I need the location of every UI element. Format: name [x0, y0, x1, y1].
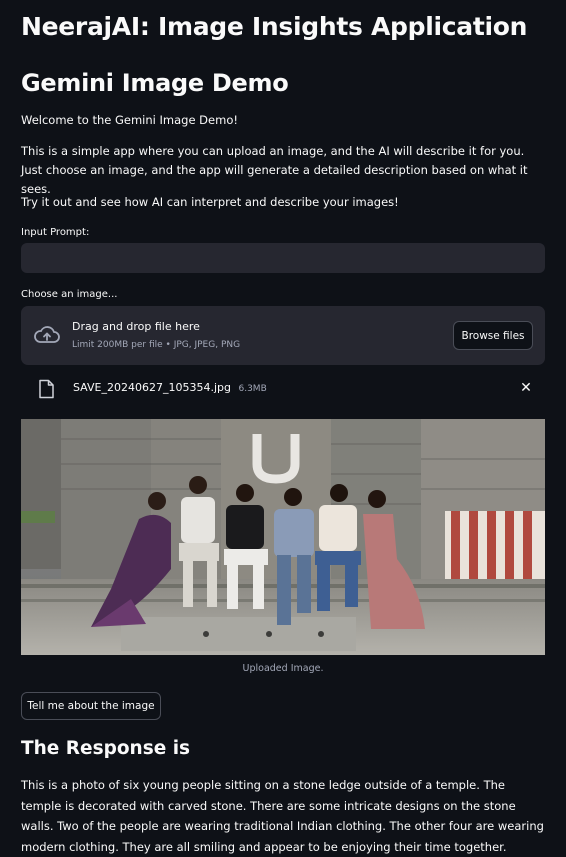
prompt-input[interactable]	[21, 243, 545, 273]
dropzone-title: Drag and drop file here	[72, 320, 200, 333]
page-title: Gemini Image Demo	[21, 69, 289, 97]
file-icon	[39, 379, 54, 399]
tell-me-button[interactable]: Tell me about the image	[21, 692, 161, 720]
cta-text: Try it out and see how AI can interpret …	[21, 195, 399, 209]
app-page: NeerajAI: Image Insights Application Gem…	[0, 0, 566, 856]
welcome-text: Welcome to the Gemini Image Demo!	[21, 113, 238, 127]
uploader-label: Choose an image...	[21, 289, 118, 300]
response-text: This is a photo of six young people sitt…	[21, 778, 544, 854]
image-caption: Uploaded Image.	[242, 663, 324, 674]
prompt-label: Input Prompt:	[21, 227, 90, 238]
app-title: NeerajAI: Image Insights Application	[21, 12, 528, 41]
file-dropzone[interactable]: Drag and drop file here Limit 200MB per …	[21, 306, 545, 365]
uploaded-file-size: 6.3MB	[238, 384, 267, 394]
uploaded-file-name: SAVE_20240627_105354.jpg	[73, 381, 231, 394]
uploaded-image	[21, 419, 545, 655]
description-text: This is a simple app where you can uploa…	[21, 144, 528, 196]
uploaded-file: SAVE_20240627_105354.jpg 6.3MB	[73, 381, 267, 394]
browse-files-button[interactable]: Browse files	[453, 321, 533, 350]
close-icon[interactable]: ✕	[518, 379, 534, 397]
response-heading: The Response is	[21, 738, 191, 759]
cloud-upload-icon	[34, 326, 60, 343]
dropzone-limit: Limit 200MB per file • JPG, JPEG, PNG	[72, 340, 241, 350]
